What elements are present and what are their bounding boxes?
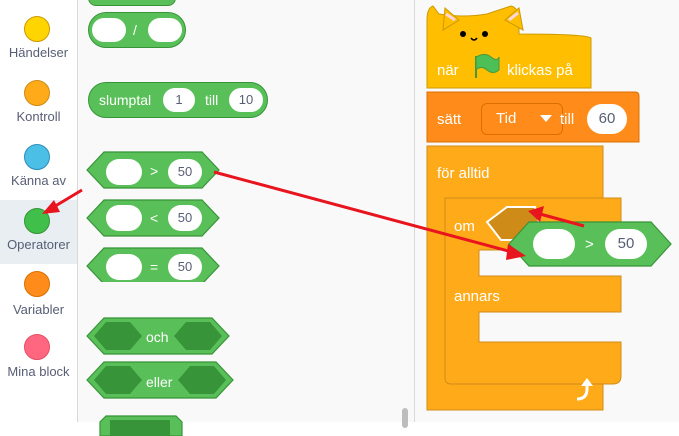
random-from-input[interactable]: 1 — [163, 88, 195, 112]
variables-dot-icon — [24, 271, 50, 297]
category-label: Kontroll — [16, 109, 61, 124]
random-to-input[interactable]: 10 — [229, 88, 263, 112]
divide-block[interactable]: / — [88, 12, 186, 48]
category-my-blocks[interactable]: Mina block — [0, 328, 77, 392]
events-dot-icon — [24, 16, 50, 42]
divide-right-slot[interactable] — [148, 18, 182, 42]
category-sensing[interactable]: Känna av — [0, 128, 77, 192]
variable-dropdown[interactable]: Tid — [481, 103, 563, 135]
hat-label-clicked: klickas på — [507, 62, 573, 79]
block-palette: / slumptal 1 till 10 > 50 < 50 = 50 och … — [78, 0, 415, 436]
eq-left-slot[interactable] — [106, 254, 142, 280]
forever-label: för alltid — [437, 165, 490, 182]
category-operators[interactable]: Operatorer — [0, 200, 77, 264]
gt-left-slot[interactable] — [106, 159, 142, 185]
lt-value-input[interactable]: 50 — [168, 205, 202, 231]
category-variables[interactable]: Variabler — [0, 264, 77, 328]
sensing-dot-icon — [24, 144, 50, 170]
dragged-sign: > — [585, 236, 594, 253]
caret-down-icon — [540, 115, 552, 122]
else-label: annars — [454, 288, 500, 305]
category-label: Händelser — [8, 45, 69, 60]
gt-value-input[interactable]: 50 — [168, 159, 202, 185]
variable-dropdown-value: Tid — [496, 110, 517, 127]
dragged-value-input[interactable]: 50 — [605, 229, 647, 259]
category-control[interactable]: Kontroll — [0, 64, 77, 128]
lt-left-slot[interactable] — [106, 205, 142, 231]
control-dot-icon — [24, 80, 50, 106]
random-label: slumptal — [99, 92, 152, 108]
random-block[interactable]: slumptal 1 till 10 — [88, 82, 268, 118]
category-events[interactable]: Händelser — [0, 0, 77, 64]
cat-eye-left — [460, 31, 466, 37]
lt-sign: < — [150, 210, 159, 226]
category-menu: Händelser Kontroll Känna av Operatorer V… — [0, 0, 78, 422]
category-label: Mina block — [7, 364, 70, 379]
or-label: eller — [146, 374, 173, 390]
category-label: Variabler — [12, 302, 65, 317]
cat-eye-right — [482, 31, 488, 37]
random-to-label: till — [205, 92, 219, 108]
gt-sign: > — [150, 163, 159, 179]
palette-scrollbar[interactable] — [402, 408, 408, 428]
divide-left-slot[interactable] — [92, 18, 126, 42]
operators-dot-icon — [24, 208, 50, 234]
divide-sign: / — [133, 22, 137, 38]
set-value-input[interactable]: 60 — [587, 104, 627, 134]
category-label: Känna av — [11, 173, 66, 188]
operator-block-partial[interactable] — [88, 0, 176, 6]
eq-sign: = — [150, 259, 159, 275]
dragged-left-slot[interactable] — [533, 229, 575, 259]
set-to-label: till — [560, 111, 575, 128]
if-label: om — [454, 218, 475, 235]
eq-value-input[interactable]: 50 — [168, 254, 202, 280]
hat-label-when: när — [437, 62, 459, 79]
category-label: Operatorer — [7, 237, 70, 252]
not-slot-partial — [110, 420, 170, 436]
script-area: när klickas på sätt Tid till 60 för allt… — [415, 0, 679, 422]
set-label: sätt — [437, 111, 462, 128]
my-blocks-dot-icon — [24, 334, 50, 360]
and-label: och — [146, 329, 169, 345]
